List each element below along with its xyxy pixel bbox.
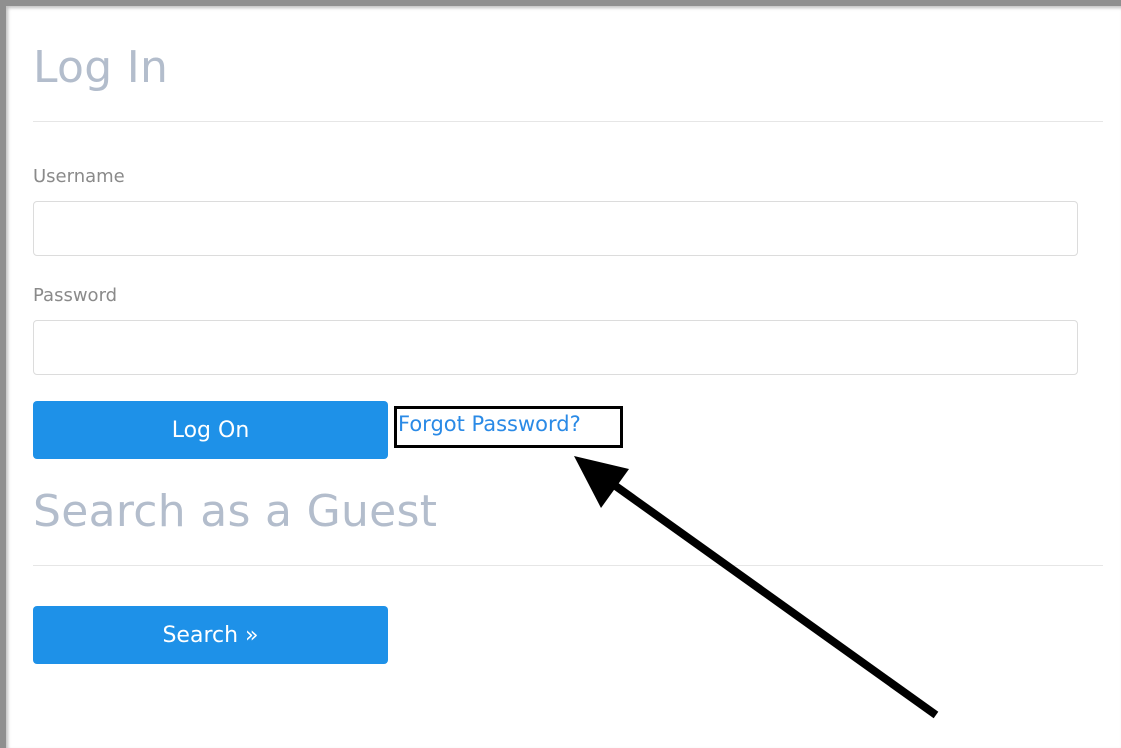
login-divider	[33, 121, 1103, 122]
guest-search-button[interactable]: Search »	[33, 606, 388, 664]
login-heading: Log In	[33, 42, 169, 93]
username-input[interactable]	[33, 201, 1078, 256]
password-label: Password	[33, 285, 118, 306]
guest-divider	[33, 565, 1103, 566]
log-on-button[interactable]: Log On	[33, 401, 388, 459]
forgot-password-link[interactable]: Forgot Password?	[398, 414, 581, 435]
password-input[interactable]	[33, 320, 1078, 375]
username-label: Username	[33, 166, 125, 187]
guest-search-heading: Search as a Guest	[33, 486, 438, 537]
